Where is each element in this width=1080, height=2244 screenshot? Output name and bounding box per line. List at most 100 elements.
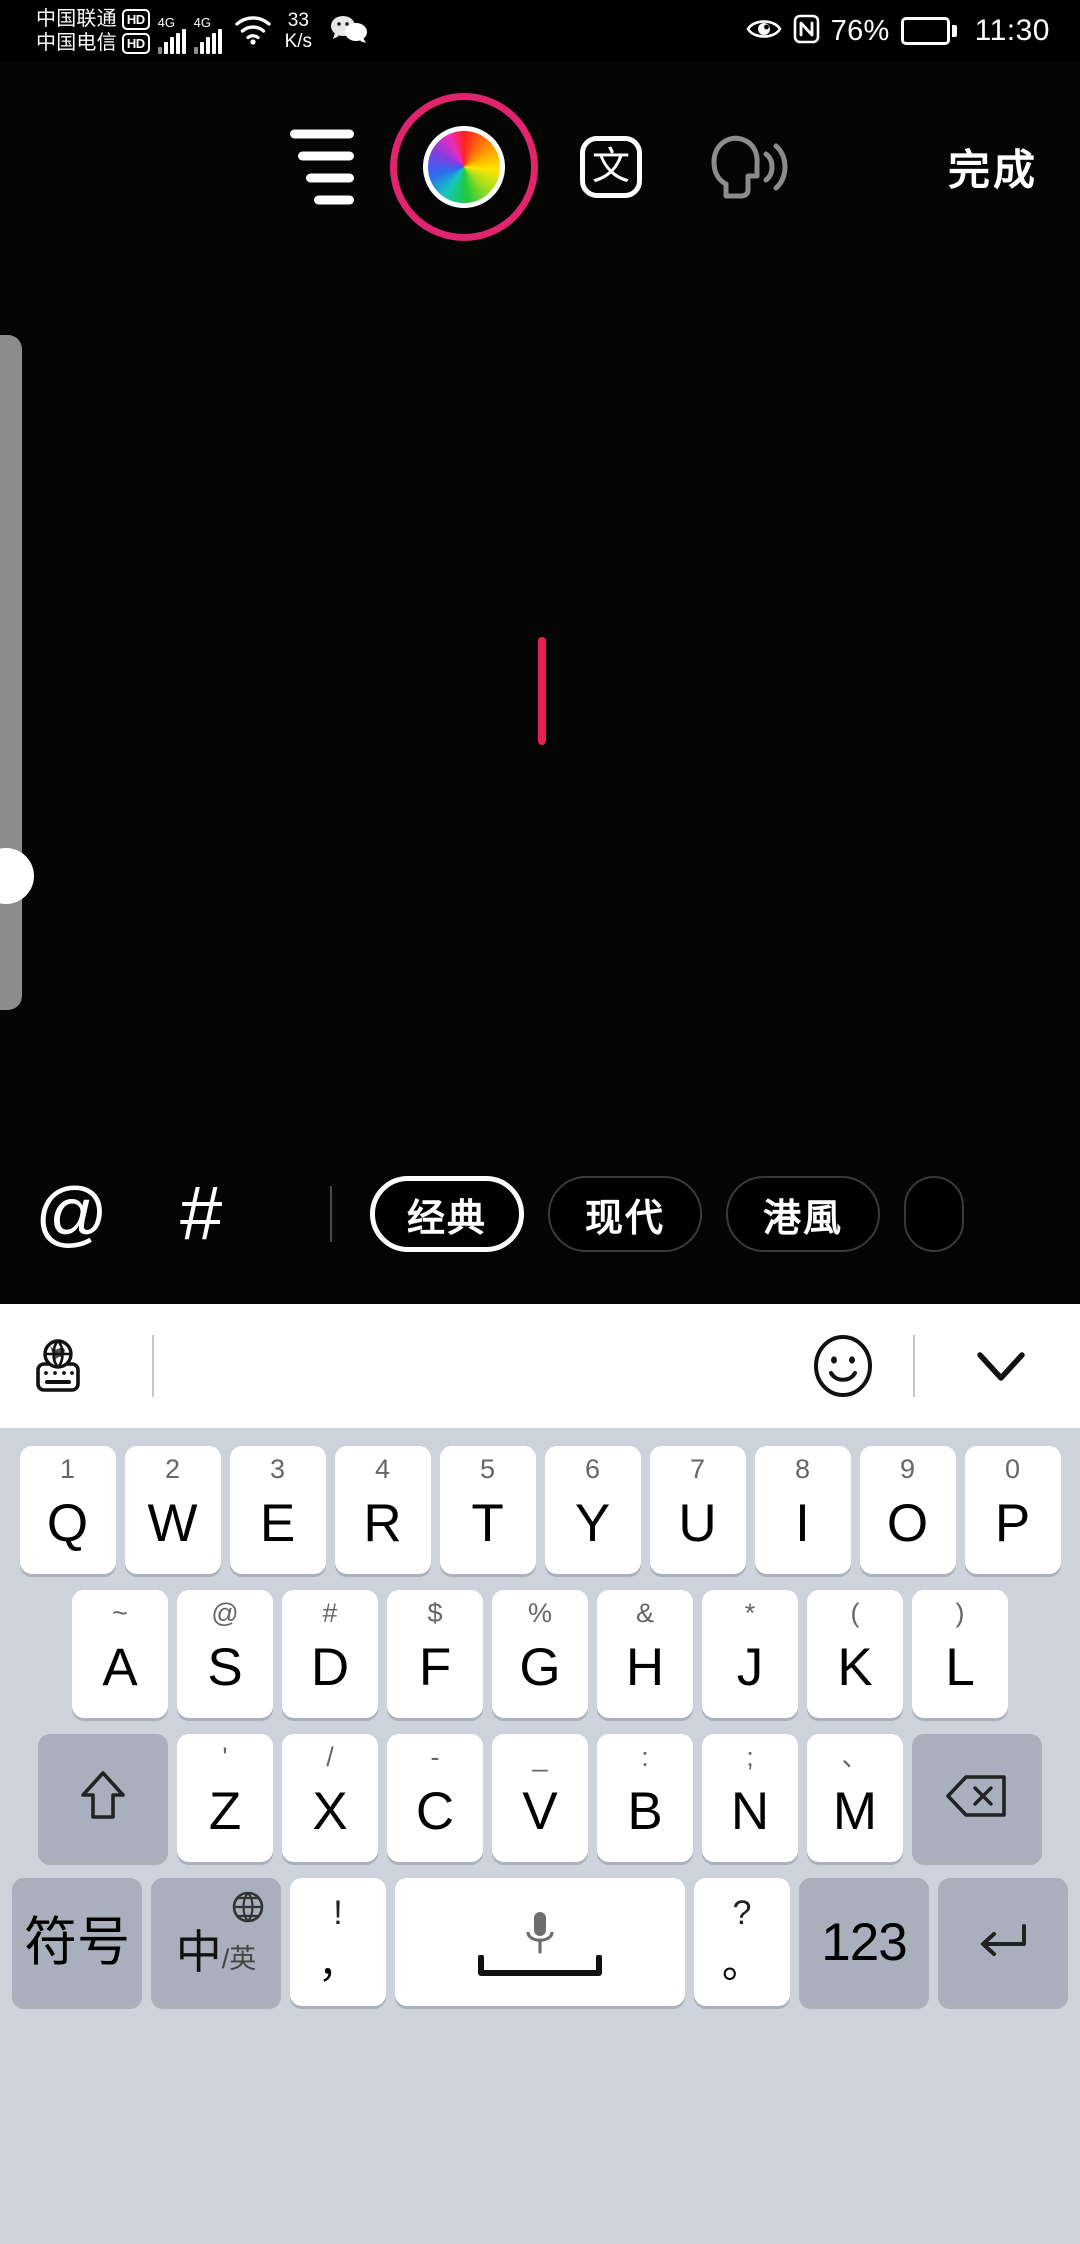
text-to-speech-icon[interactable] bbox=[700, 128, 792, 206]
key-main: T bbox=[471, 1493, 504, 1553]
done-button[interactable]: 完成 bbox=[948, 136, 1038, 197]
key-A[interactable]: ~ A bbox=[72, 1590, 168, 1718]
key-W[interactable]: 2W bbox=[124, 1446, 221, 1574]
keyboard-rows: 1Q 2W 3E 4R 5T 6Y 7U 8I 9O 0P ~ A @ S # D $… bbox=[0, 1428, 1080, 2006]
signal-bars-1-icon bbox=[157, 29, 186, 54]
punct-bottom: ， bbox=[318, 1942, 358, 1986]
status-bar: 中国联通 HD 中国电信 HD 4G 4G 33 K/s 76% 11:30 bbox=[0, 0, 1080, 62]
key-sub: 9 bbox=[899, 1454, 916, 1484]
key-sub: $ bbox=[427, 1598, 443, 1628]
key-sub: 、 bbox=[841, 1742, 869, 1772]
backspace-key[interactable] bbox=[912, 1734, 1042, 1862]
key-main: K bbox=[837, 1637, 873, 1697]
key-V[interactable]: _ V bbox=[492, 1734, 588, 1862]
text-style-label: 文 bbox=[591, 145, 630, 188]
signal-bars-2-icon bbox=[193, 29, 222, 54]
key-T[interactable]: 5T bbox=[439, 1446, 536, 1574]
keyboard-row-3: ' Z / X -C _ V :B ; N 、 M bbox=[8, 1734, 1072, 1862]
key-U[interactable]: 7U bbox=[649, 1446, 746, 1574]
shift-key[interactable] bbox=[38, 1734, 168, 1862]
enter-key[interactable] bbox=[938, 1878, 1068, 2006]
key-E[interactable]: 3E bbox=[229, 1446, 326, 1574]
key-L[interactable]: ) L bbox=[912, 1590, 1008, 1718]
key-main: S bbox=[207, 1637, 243, 1697]
key-Y[interactable]: 6Y bbox=[544, 1446, 641, 1574]
key-sub: * bbox=[744, 1598, 756, 1628]
signal-group-1: 4G bbox=[157, 8, 186, 54]
key-J[interactable]: * J bbox=[702, 1590, 798, 1718]
symbol-key[interactable]: 符号 bbox=[12, 1878, 142, 2006]
slider-thumb[interactable] bbox=[0, 848, 34, 904]
globe-keyboard-icon[interactable] bbox=[28, 1336, 88, 1396]
key-sub: _ bbox=[532, 1742, 548, 1772]
key-main: H bbox=[625, 1637, 665, 1697]
at-sign-icon[interactable]: @ bbox=[35, 1178, 108, 1250]
numeric-key[interactable]: 123 bbox=[799, 1878, 929, 2006]
nfc-icon bbox=[793, 14, 820, 49]
punct-top: ! bbox=[333, 1894, 343, 1932]
language-switch-key[interactable]: 中 /英 bbox=[151, 1878, 281, 2006]
text-editor-canvas[interactable]: 文 完成 @ # 经典 现代 港風 bbox=[0, 62, 1080, 1304]
punctuation-key-right[interactable]: ? 。 bbox=[694, 1878, 790, 2006]
font-size-slider[interactable] bbox=[0, 335, 34, 1010]
key-K[interactable]: (K bbox=[807, 1590, 903, 1718]
key-P[interactable]: 0P bbox=[964, 1446, 1061, 1574]
key-main: N bbox=[730, 1781, 770, 1841]
key-main: C bbox=[415, 1781, 455, 1841]
text-style-button[interactable]: 文 bbox=[580, 135, 642, 198]
emoji-smiley-icon[interactable] bbox=[811, 1334, 875, 1398]
font-style-chip-list: 经典 现代 港風 bbox=[370, 1176, 964, 1252]
font-style-chip-modern[interactable]: 现代 bbox=[548, 1176, 702, 1252]
keyboard-row-1: 1Q 2W 3E 4R 5T 6Y 7U 8I 9O 0P bbox=[8, 1446, 1072, 1574]
key-main: A bbox=[102, 1637, 138, 1697]
color-wheel-button[interactable] bbox=[390, 92, 538, 241]
key-sub: 8 bbox=[794, 1454, 811, 1484]
font-style-chip-next[interactable] bbox=[904, 1176, 964, 1252]
editor-toolbar: 文 完成 bbox=[0, 92, 1080, 241]
key-R[interactable]: 4R bbox=[334, 1446, 431, 1574]
shift-arrow-icon bbox=[75, 1765, 131, 1832]
lang-zh: 中 bbox=[175, 1926, 222, 1978]
slider-track[interactable] bbox=[0, 335, 22, 1010]
key-G[interactable]: % G bbox=[492, 1590, 588, 1718]
style-bar-divider bbox=[330, 1186, 332, 1242]
key-C[interactable]: -C bbox=[387, 1734, 483, 1862]
key-sub: 3 bbox=[269, 1454, 286, 1484]
text-align-icon[interactable] bbox=[290, 129, 354, 204]
key-sub: 1 bbox=[59, 1454, 76, 1484]
carrier-1-label: 中国联通 bbox=[36, 8, 117, 30]
key-M[interactable]: 、 M bbox=[807, 1734, 903, 1862]
key-I[interactable]: 8I bbox=[754, 1446, 851, 1574]
key-H[interactable]: & H bbox=[597, 1590, 693, 1718]
space-key[interactable] bbox=[395, 1878, 685, 2006]
chevron-down-icon[interactable] bbox=[970, 1344, 1032, 1388]
key-B[interactable]: :B bbox=[597, 1734, 693, 1862]
key-F[interactable]: $ F bbox=[387, 1590, 483, 1718]
key-main: E bbox=[259, 1493, 296, 1553]
key-sub: / bbox=[326, 1742, 334, 1772]
keyboard: 1Q 2W 3E 4R 5T 6Y 7U 8I 9O 0P ~ A @ S # D $… bbox=[0, 1304, 1080, 2244]
key-O[interactable]: 9O bbox=[859, 1446, 956, 1574]
eye-comfort-icon bbox=[746, 16, 782, 47]
key-sub: 7 bbox=[689, 1454, 706, 1484]
key-main: Y bbox=[574, 1493, 611, 1553]
chip-label: 港風 bbox=[762, 1197, 843, 1240]
font-style-chip-classic[interactable]: 经典 bbox=[370, 1176, 524, 1252]
key-Q[interactable]: 1Q bbox=[19, 1446, 116, 1574]
hashtag-icon[interactable]: # bbox=[180, 1176, 222, 1252]
key-X[interactable]: / X bbox=[282, 1734, 378, 1862]
key-Z[interactable]: ' Z bbox=[177, 1734, 273, 1862]
punctuation-key-left[interactable]: ! ， bbox=[290, 1878, 386, 2006]
toolbar-divider-left bbox=[152, 1335, 154, 1397]
chip-label: 经典 bbox=[406, 1197, 487, 1240]
key-S[interactable]: @ S bbox=[177, 1590, 273, 1718]
key-main: P bbox=[994, 1493, 1031, 1553]
status-bar-right: 76% 11:30 bbox=[746, 14, 1080, 49]
key-main: V bbox=[522, 1781, 558, 1841]
chip-label: 现代 bbox=[584, 1197, 665, 1240]
key-D[interactable]: # D bbox=[282, 1590, 378, 1718]
key-main: X bbox=[312, 1781, 348, 1841]
key-N[interactable]: ; N bbox=[702, 1734, 798, 1862]
symbol-key-label: 符号 bbox=[24, 1912, 130, 1972]
font-style-chip-hongkong[interactable]: 港風 bbox=[726, 1176, 880, 1252]
